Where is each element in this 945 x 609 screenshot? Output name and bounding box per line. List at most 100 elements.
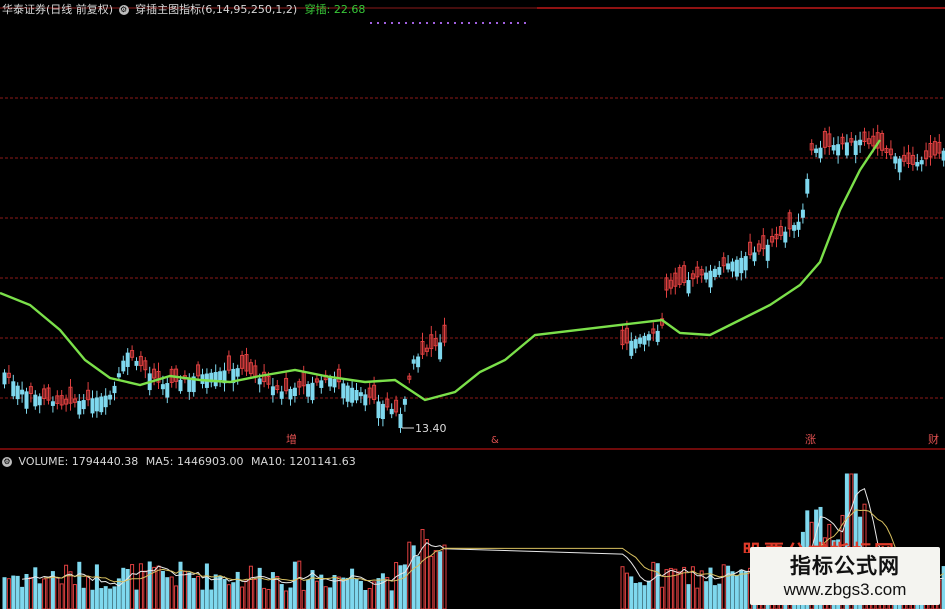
candle: [438, 342, 443, 360]
volume-bar: [633, 582, 638, 609]
indicator-settings[interactable]: 穿插主图指标(6,14,95,250,1,2): [135, 3, 297, 16]
candle: [398, 413, 403, 429]
candle: [655, 330, 660, 342]
candle: [332, 379, 337, 388]
candle: [814, 148, 819, 153]
volume-bar: [134, 589, 139, 609]
volume-bar: [629, 576, 634, 609]
volume-bar: [244, 580, 249, 609]
volume-bar: [712, 585, 717, 609]
candle: [629, 340, 634, 356]
candle: [783, 231, 788, 243]
ma5-label: MA5:: [145, 455, 174, 468]
volume-bar: [288, 587, 293, 609]
gear-icon[interactable]: ⚙: [2, 457, 12, 467]
candle: [416, 356, 421, 368]
candle: [354, 390, 359, 401]
candle: [90, 398, 95, 414]
candle: [730, 261, 735, 272]
volume-bar: [262, 587, 267, 609]
candle: [270, 386, 275, 396]
candle: [94, 397, 99, 412]
ma10-label: MA10:: [250, 455, 286, 468]
candle: [765, 244, 770, 261]
volume-bar: [284, 590, 289, 609]
volume-bar: [385, 577, 390, 609]
volume-bar: [306, 579, 311, 609]
candle: [734, 259, 739, 277]
marker-zeng: 增: [286, 432, 297, 446]
candle: [792, 225, 797, 231]
candle: [858, 139, 863, 146]
volume-bar: [638, 582, 643, 609]
candle: [187, 377, 192, 392]
volume-bar: [442, 544, 447, 609]
gear-icon[interactable]: ⚙: [118, 5, 129, 15]
volume-bar: [94, 564, 99, 609]
volume-bar: [99, 588, 104, 609]
marker-cai: 财: [928, 432, 939, 446]
stock-chart-window: 13.40 增 & 涨 财 华泰证券(日线 前复权) ⚙ 穿插主图指标(6,14…: [0, 0, 945, 609]
candle: [112, 385, 117, 394]
candle: [752, 252, 757, 262]
volume-bar: [200, 589, 205, 609]
volume-bar: [424, 538, 429, 609]
volume-bar: [218, 575, 223, 609]
candle: [919, 160, 924, 165]
candle: [831, 145, 836, 151]
volume-bar: [130, 564, 135, 609]
volume-value: 1794440.38: [71, 455, 139, 468]
volume-bar: [734, 575, 739, 609]
candle: [310, 382, 315, 401]
chart-canvas[interactable]: 13.40 增 & 涨 财: [0, 0, 945, 609]
candle: [218, 371, 223, 381]
volume-bar: [655, 563, 660, 609]
volume-label: VOLUME:: [18, 455, 69, 468]
candle: [328, 377, 333, 387]
indicator-value: 22.68: [333, 3, 366, 16]
candle: [350, 387, 355, 403]
candle: [844, 142, 849, 156]
volume-bar: [6, 578, 11, 609]
volume-bar: [266, 588, 271, 609]
candle: [897, 158, 902, 173]
candle: [103, 395, 108, 408]
candle: [121, 360, 126, 372]
volume-bar: [222, 579, 227, 609]
volume-bar: [15, 575, 20, 609]
volume-bar: [160, 570, 165, 609]
candle: [376, 401, 381, 419]
volume-bar: [191, 577, 196, 609]
volume-bar: [411, 545, 416, 609]
volume-bar: [174, 585, 179, 609]
volume-bar: [33, 567, 38, 609]
candlestick-series: [2, 124, 945, 433]
candle: [257, 378, 262, 385]
candle: [686, 280, 691, 294]
volume-bar: [717, 583, 722, 609]
volume-bar: [704, 581, 709, 609]
candle: [235, 368, 240, 377]
volume-bar: [429, 555, 434, 609]
volume-bar: [323, 586, 328, 609]
volume-bar: [642, 585, 647, 609]
volume-bar: [354, 578, 359, 609]
volume-bar: [81, 587, 86, 609]
volume-bar: [380, 573, 385, 609]
candle: [633, 339, 638, 349]
volume-bar: [138, 563, 143, 609]
candle: [20, 389, 25, 395]
volume-bar: [209, 589, 214, 609]
candle: [341, 383, 346, 399]
candle: [800, 209, 805, 218]
candle: [279, 391, 284, 399]
volume-bar: [363, 589, 368, 609]
volume-bar: [726, 565, 731, 609]
volume-bar: [42, 578, 47, 609]
volume-bar: [301, 589, 306, 609]
volume-bar: [72, 584, 77, 609]
volume-bar: [2, 577, 7, 609]
candle: [116, 373, 121, 378]
volume-bar: [270, 572, 275, 609]
watermark: 股票公式指标网 指标公式网 www.zbgs3.com: [742, 535, 942, 607]
